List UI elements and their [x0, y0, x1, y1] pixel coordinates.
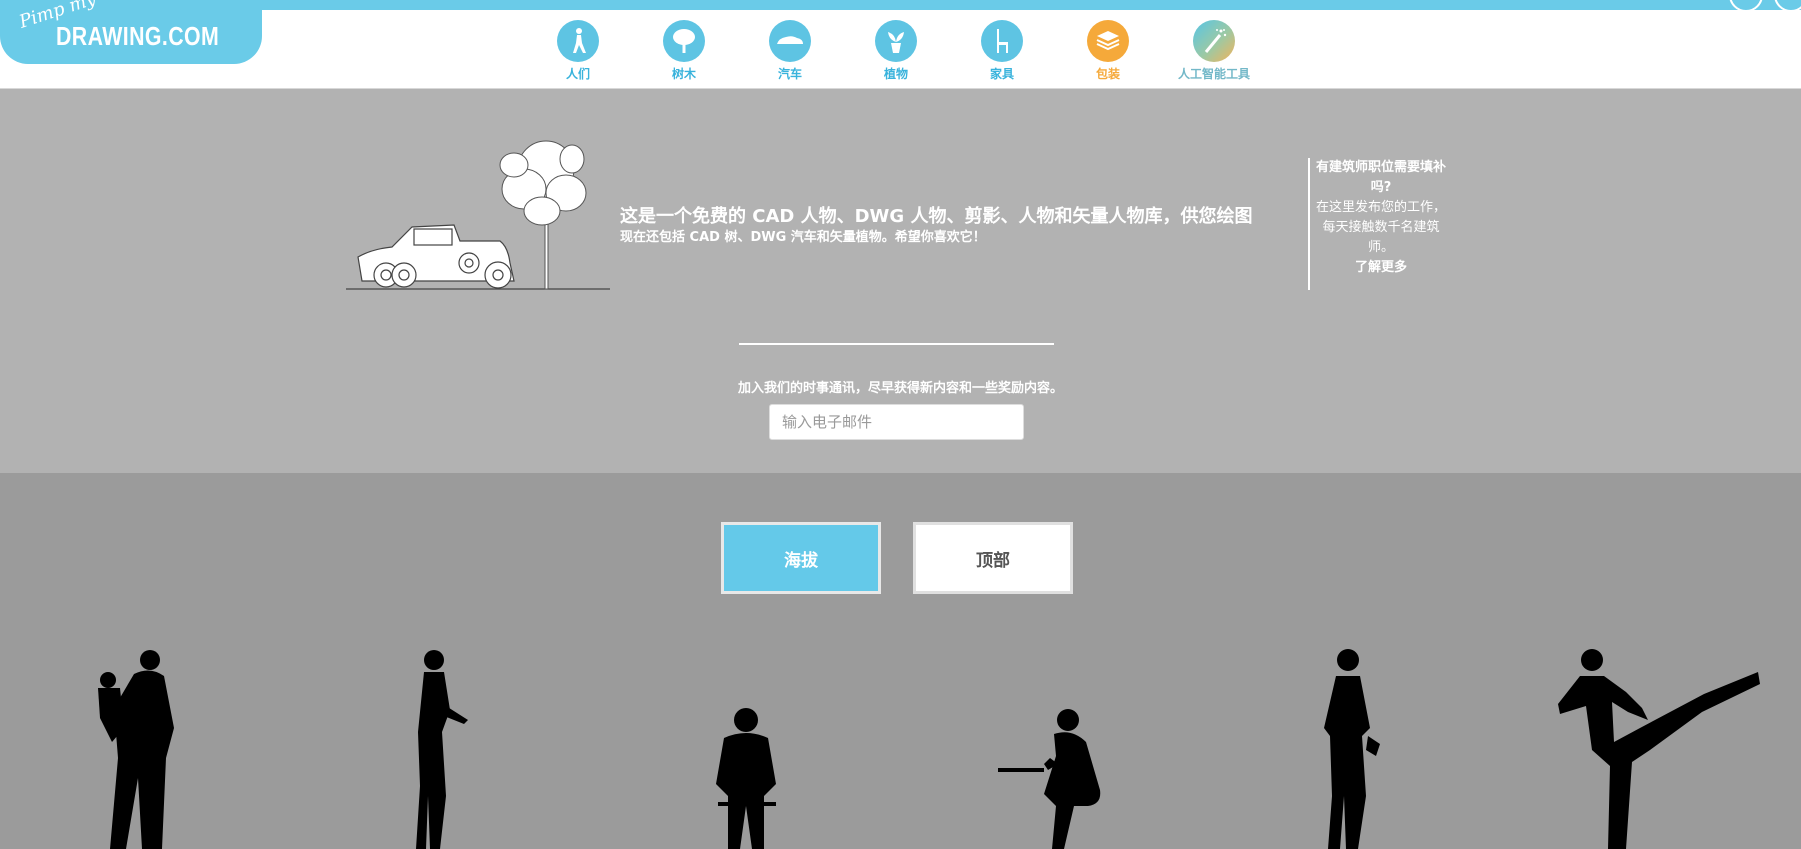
nav-item-people[interactable]: 人们: [528, 20, 628, 82]
top-view-button[interactable]: 顶部: [913, 522, 1073, 594]
logo-name: DRAWING.COM: [56, 21, 220, 51]
hero-headline: 这是一个免费的 CAD 人物、DWG 人物、剪影、人物和矢量人物库，供您绘图: [620, 206, 1253, 227]
nav-item-packaging[interactable]: 包装: [1058, 20, 1158, 82]
figure-man-holding-child[interactable]: [90, 648, 190, 849]
nav-item-plants[interactable]: 植物: [846, 20, 946, 82]
figure-woman-standing[interactable]: [398, 646, 478, 849]
hero-divider: [739, 343, 1054, 345]
nav-label-trees: 树木: [671, 67, 696, 81]
chair-icon: [981, 20, 1023, 62]
layers-stack-icon: [1087, 20, 1129, 62]
magic-wand-icon: [1193, 20, 1235, 62]
nav-label-ai-tools: 人工智能工具: [1177, 67, 1250, 81]
figure-seated-writer[interactable]: [994, 706, 1106, 849]
tree-icon: [663, 20, 705, 62]
top-accent-strip: [0, 0, 1801, 12]
learn-more-link[interactable]: 了解更多: [1310, 258, 1452, 278]
car-and-tree-illustration: [346, 140, 610, 290]
job-ad-body: 在这里发布您的工作，每天接触数千名建筑师。: [1315, 200, 1446, 255]
figure-seated-elder[interactable]: [706, 706, 786, 849]
nav-label-cars: 汽车: [777, 67, 802, 81]
person-walking-icon: [557, 20, 599, 62]
nav-item-cars[interactable]: 汽车: [740, 20, 840, 82]
nav-label-furniture: 家具: [989, 67, 1014, 81]
email-input[interactable]: [769, 404, 1024, 440]
site-logo[interactable]: Pimp my DRAWING.COM: [0, 0, 262, 64]
nav-label-people: 人们: [565, 67, 590, 81]
newsletter-text: 加入我们的时事通讯，尽早获得新内容和一些奖励内容。: [737, 381, 1063, 396]
job-ad-question: 有建筑师职位需要填补吗?: [1315, 160, 1446, 195]
nav-item-furniture[interactable]: 家具: [952, 20, 1052, 82]
nav-item-trees[interactable]: 树木: [634, 20, 734, 82]
nav-item-ai-tools[interactable]: 人工智能工具: [1164, 20, 1264, 82]
figure-gallery: [0, 640, 1801, 849]
main-navbar: Pimp my DRAWING.COM 人们 树木 汽车 植物 家具 包装 人工…: [0, 0, 1801, 89]
nav-label-packaging: 包装: [1095, 67, 1120, 81]
hero-subline: 现在还包括 CAD 树、DWG 汽车和矢量植物。希望你喜欢它！: [620, 230, 986, 245]
figure-martial-arts-kick[interactable]: [1552, 646, 1762, 849]
car-icon: [769, 20, 811, 62]
nav-label-plants: 植物: [883, 67, 908, 81]
figure-woman-with-phone[interactable]: [1312, 646, 1392, 849]
job-ad-panel: 有建筑师职位需要填补吗? 在这里发布您的工作，每天接触数千名建筑师。 了解更多: [1308, 158, 1452, 290]
potted-plant-icon: [875, 20, 917, 62]
elevation-view-button[interactable]: 海拔: [721, 522, 881, 594]
